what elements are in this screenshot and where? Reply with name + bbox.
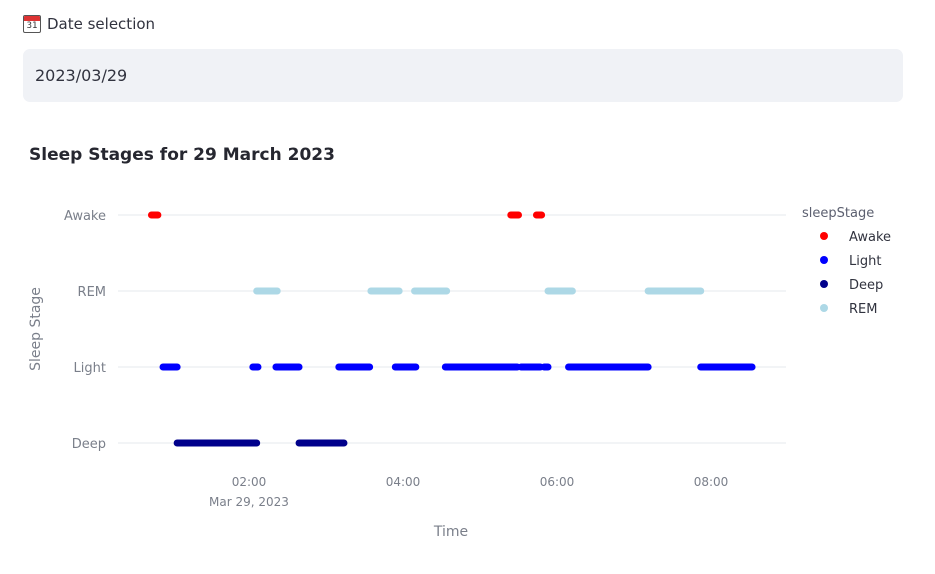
chart-gridlines	[118, 214, 786, 444]
x-tick-0400: 04:00	[386, 475, 421, 489]
legend-marker-awake	[820, 232, 828, 240]
legend-item-deep[interactable]: Deep	[820, 278, 883, 293]
chart-title: Sleep Stages for 29 March 2023	[29, 145, 335, 165]
legend-marker-deep	[820, 280, 828, 288]
legend-item-awake[interactable]: Awake	[820, 230, 891, 245]
legend-item-rem[interactable]: REM	[820, 302, 877, 317]
chart-legend: Awake Light Deep REM	[820, 230, 891, 317]
y-axis-tick-labels: Deep Light REM Awake	[64, 209, 106, 452]
legend-item-light[interactable]: Light	[820, 254, 881, 269]
y-tick-light: Light	[74, 361, 106, 376]
legend-label-awake: Awake	[849, 230, 891, 245]
x-tick-0600: 06:00	[540, 475, 575, 489]
x-tick-0200: 02:00	[232, 475, 267, 489]
legend-label-rem: REM	[849, 302, 877, 317]
legend-label-deep: Deep	[849, 278, 883, 293]
x-tick-0800: 08:00	[694, 475, 729, 489]
x-axis-tick-labels: 02:00 04:00 06:00 08:00	[232, 475, 729, 489]
y-tick-rem: REM	[78, 285, 106, 300]
sleep-stages-chart: Sleep Stages for 29 March 2023 Deep Light…	[28, 145, 891, 540]
y-axis-title: Sleep Stage	[28, 287, 44, 371]
legend-marker-light	[820, 256, 828, 264]
y-tick-deep: Deep	[72, 437, 106, 452]
chart-data-segments	[147, 211, 756, 447]
x-axis-title: Time	[433, 524, 468, 540]
y-tick-awake: Awake	[64, 209, 106, 224]
legend-marker-rem	[820, 304, 828, 312]
legend-title: sleepStage	[802, 206, 874, 221]
x-axis-date-label: Mar 29, 2023	[209, 495, 289, 509]
legend-label-light: Light	[849, 254, 881, 269]
